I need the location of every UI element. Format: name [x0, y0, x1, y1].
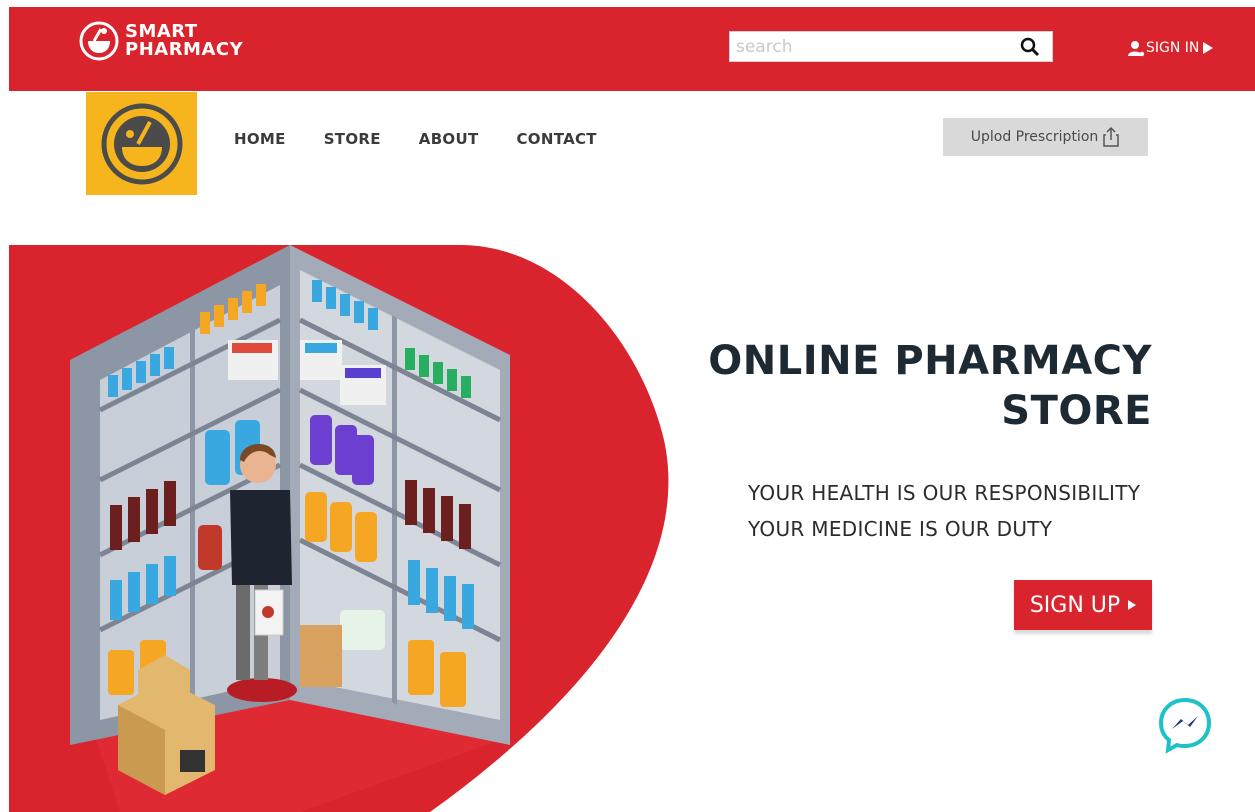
upload-icon [1103, 127, 1120, 147]
upload-prescription-button[interactable]: Uplod Prescription [943, 118, 1148, 156]
hero-title-line1: ONLINE PHARMACY [708, 338, 1152, 384]
play-arrow-icon [1128, 600, 1137, 610]
hero-title-line2: STORE [1001, 388, 1152, 434]
messenger-icon[interactable] [1157, 696, 1213, 754]
nav-about[interactable]: ABOUT [419, 130, 479, 148]
play-arrow-icon [1203, 42, 1214, 54]
user-icon [1128, 41, 1145, 57]
brand-line2: PHARMACY [125, 39, 244, 60]
hero-tagline: YOUR HEALTH IS OUR RESPONSIBILITY YOUR M… [748, 475, 1140, 547]
main-nav: HOME STORE ABOUT CONTACT [234, 130, 635, 148]
search-input[interactable] [736, 35, 1006, 59]
sign-up-button[interactable]: SIGN UP [1014, 580, 1152, 630]
nav-store[interactable]: STORE [324, 130, 381, 148]
search-icon[interactable] [1020, 37, 1040, 57]
tagline-line2: YOUR MEDICINE IS OUR DUTY [748, 517, 1053, 541]
brand[interactable]: SMART PHARMACY [79, 21, 243, 61]
sign-in-label: SIGN IN [1146, 40, 1200, 56]
nav-home[interactable]: HOME [234, 130, 286, 148]
sign-in-link[interactable]: SIGN IN [1127, 39, 1214, 57]
sign-up-label: SIGN UP [1029, 592, 1121, 618]
pharmacy-logo-icon [79, 21, 119, 61]
pharmacy-mortar-icon [101, 103, 183, 185]
nav-contact[interactable]: CONTACT [517, 130, 597, 148]
top-bar: SMART PHARMACY SIGN IN [9, 7, 1255, 91]
site-logo[interactable] [86, 92, 197, 195]
hero-title: ONLINE PHARMACY STORE [708, 336, 1152, 436]
search-box [729, 31, 1053, 62]
tagline-line1: YOUR HEALTH IS OUR RESPONSIBILITY [748, 481, 1141, 505]
upload-prescription-label: Uplod Prescription [970, 129, 1099, 145]
